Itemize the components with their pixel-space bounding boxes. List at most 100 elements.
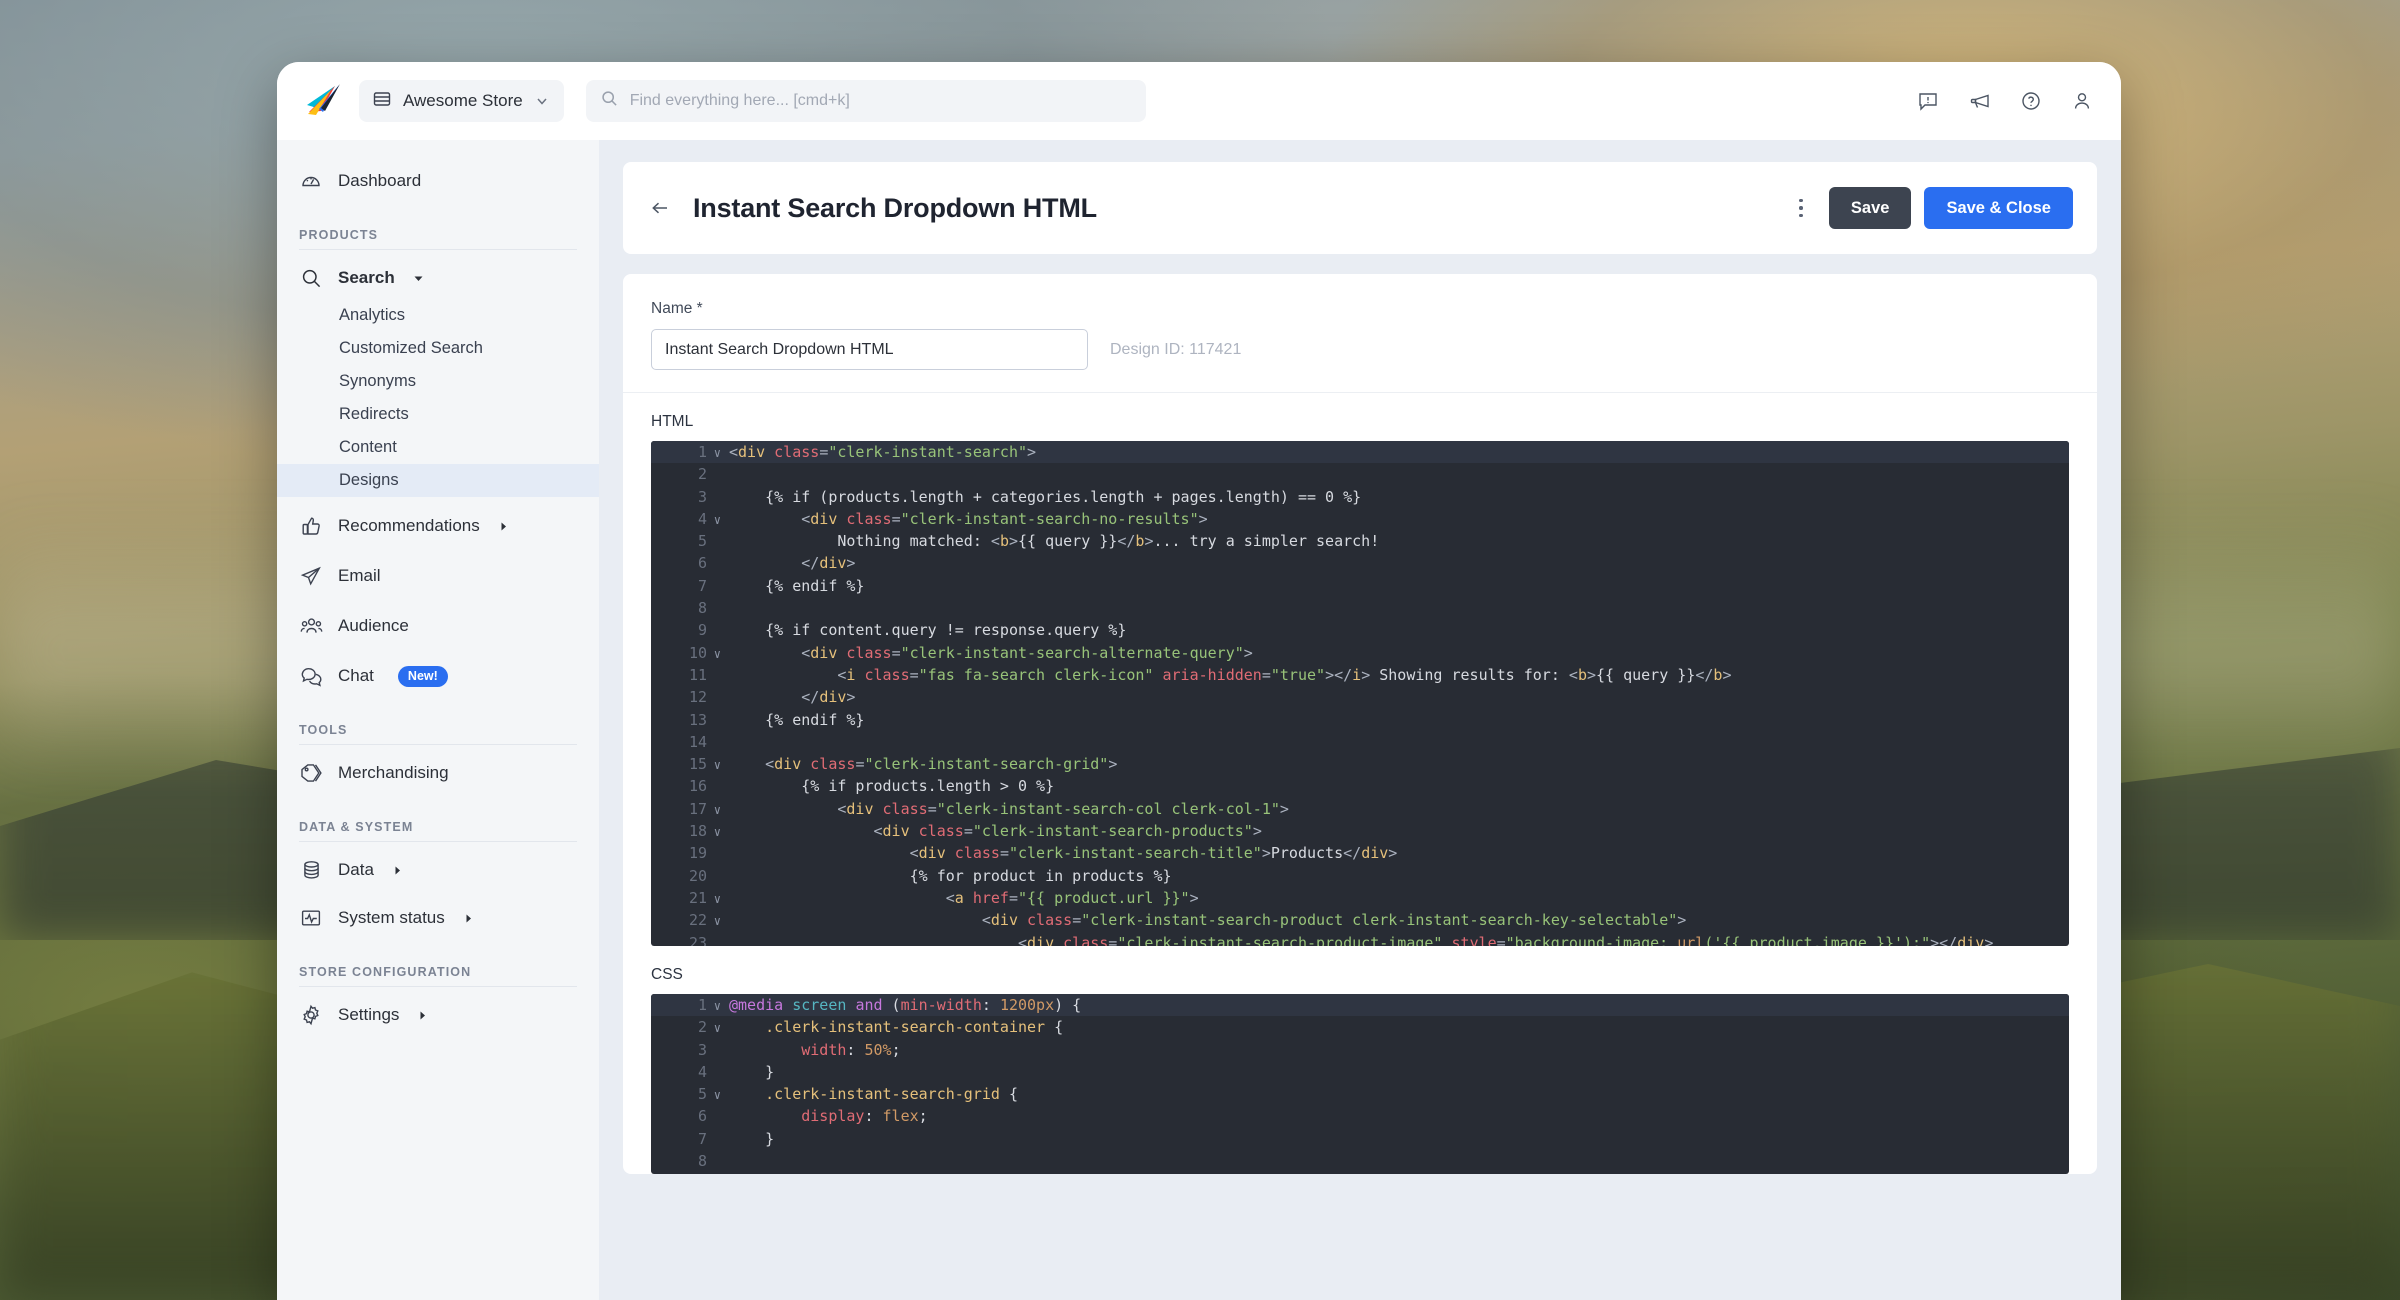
code-line[interactable]: 18 ∨ <div class="clerk-instant-search-pro… [651, 820, 2069, 842]
code-line[interactable]: 17 ∨ <div class="clerk-instant-search-col… [651, 798, 2069, 820]
sidebar-item-audience[interactable]: Audience [277, 605, 599, 647]
paper-plane-logo[interactable] [301, 81, 345, 121]
sidebar-item-designs[interactable]: Designs [277, 464, 599, 497]
fold-toggle-icon[interactable]: ∨ [714, 509, 721, 531]
code-line[interactable]: 2 [651, 463, 2069, 485]
code-line[interactable]: 6 display: flex; [651, 1105, 2069, 1127]
store-selector[interactable]: Awesome Store [359, 80, 564, 122]
code-text: <div class="clerk-instant-search-product… [1017, 933, 1994, 946]
code-line[interactable]: 16 {% if products.length > 0 %} [651, 775, 2069, 797]
caret-right-icon [392, 865, 403, 876]
code-line[interactable]: 5 ∨ .clerk-instant-search-grid { [651, 1083, 2069, 1105]
code-text: <div class="clerk-instant-search-product… [873, 822, 1262, 841]
code-line[interactable]: 9 .clerk-col-1 { [651, 1172, 2069, 1174]
fold-toggle-icon[interactable]: ∨ [714, 910, 721, 932]
new-badge: New! [397, 665, 448, 687]
line-number: 9 [697, 621, 707, 640]
megaphone-icon[interactable] [1968, 90, 1991, 112]
sidebar-item-dashboard[interactable]: Dashboard [277, 160, 599, 202]
sidebar-item-redirects[interactable]: Redirects [277, 398, 599, 431]
code-line[interactable]: 21 ∨ <a href="{{ product.url }}"> [651, 887, 2069, 909]
kebab-menu-icon[interactable] [1786, 190, 1816, 226]
sidebar-item-email[interactable]: Email [277, 555, 599, 597]
sidebar-item-recommendations[interactable]: Recommendations [277, 505, 599, 547]
line-number: 23 [688, 933, 707, 946]
code-line[interactable]: 4 ∨ <div class="clerk-instant-search-no-r… [651, 508, 2069, 530]
code-line[interactable]: 1 ∨ <div class="clerk-instant-search"> [651, 441, 2069, 464]
code-line[interactable]: 1 ∨ @media screen and (min-width: 1200px) … [651, 994, 2069, 1017]
code-line[interactable]: 22 ∨ <div class="clerk-instant-search-pro… [651, 909, 2069, 931]
user-account-icon[interactable] [2071, 90, 2093, 112]
back-button[interactable] [641, 188, 681, 228]
sidebar-item-search[interactable]: Search [277, 257, 599, 299]
code-line[interactable]: 10 ∨ <div class="clerk-instant-search-alt… [651, 642, 2069, 664]
code-line[interactable]: 11 <i class="fas fa-search clerk-icon" a… [651, 664, 2069, 686]
sidebar-item-label: System status [338, 908, 445, 927]
sidebar-item-merchandising[interactable]: Merchandising [277, 752, 599, 794]
fold-toggle-icon[interactable]: ∨ [714, 754, 721, 776]
fold-toggle-icon[interactable]: ∨ [714, 442, 721, 464]
sidebar-item-analytics[interactable]: Analytics [277, 299, 599, 332]
design-id-label: Design ID: 117421 [1110, 340, 1242, 358]
sidebar-item-customized-search[interactable]: Customized Search [277, 332, 599, 365]
css-code-editor[interactable]: 1 ∨ @media screen and (min-width: 1200px) … [651, 994, 2069, 1174]
code-line[interactable]: 8 [651, 1150, 2069, 1172]
code-line[interactable]: 9 {% if content.query != response.query … [651, 619, 2069, 641]
gauge-icon [299, 169, 323, 193]
code-line[interactable]: 3 {% if (products.length + categories.le… [651, 486, 2069, 508]
code-line[interactable]: 2 ∨ .clerk-instant-search-container { [651, 1016, 2069, 1038]
line-number: 4 ∨ [651, 508, 721, 530]
code-line[interactable]: 12 </div> [651, 686, 2069, 708]
sidebar-group-title: TOOLS [299, 723, 348, 737]
sidebar-item-label: Email [338, 566, 381, 585]
sidebar-item-settings[interactable]: Settings [277, 994, 599, 1036]
code-line[interactable]: 4 } [651, 1061, 2069, 1083]
code-line[interactable]: 3 width: 50%; [651, 1039, 2069, 1061]
code-line[interactable]: 7 {% endif %} [651, 575, 2069, 597]
fold-toggle-icon[interactable]: ∨ [714, 1017, 721, 1039]
line-number: 6 [697, 1107, 707, 1126]
html-code-editor[interactable]: 1 ∨ <div class="clerk-instant-search"> 2 3 {… [651, 441, 2069, 946]
fold-toggle-icon[interactable]: ∨ [714, 1084, 721, 1106]
line-number: 9 [651, 1172, 713, 1174]
code-line[interactable]: 7 } [651, 1128, 2069, 1150]
code-line[interactable]: 6 </div> [651, 552, 2069, 574]
code-line[interactable]: 15 ∨ <div class="clerk-instant-search-gri… [651, 753, 2069, 775]
code-line[interactable]: 14 [651, 731, 2069, 753]
line-number: 21 ∨ [651, 887, 721, 909]
fold-toggle-icon[interactable]: ∨ [714, 821, 721, 843]
sidebar-item-synonyms[interactable]: Synonyms [277, 365, 599, 398]
database-icon [299, 858, 323, 882]
help-icon[interactable] [2020, 90, 2042, 112]
line-number: 18 ∨ [651, 820, 721, 842]
fold-toggle-icon[interactable]: ∨ [714, 888, 721, 910]
save-and-close-button[interactable]: Save & Close [1924, 187, 2073, 229]
css-editor-block: CSS 1 ∨ @media screen and (min-width: 1200… [623, 946, 2097, 1174]
line-number: 14 [688, 732, 707, 751]
code-text: <i class="fas fa-search clerk-icon" aria… [837, 665, 1732, 684]
code-line[interactable]: 23 <div class="clerk-instant-search-prod… [651, 932, 2069, 946]
code-text: <div class="clerk-instant-search-no-resu… [801, 509, 1208, 528]
pulse-icon [299, 906, 323, 930]
css-editor-label: CSS [651, 966, 683, 983]
feedback-icon[interactable] [1917, 90, 1939, 112]
fold-toggle-icon[interactable]: ∨ [714, 643, 721, 665]
code-line[interactable]: 19 <div class="clerk-instant-search-titl… [651, 842, 2069, 864]
fold-toggle-icon[interactable]: ∨ [714, 995, 721, 1017]
code-line[interactable]: 5 Nothing matched: <b>{{ query }}</b>...… [651, 530, 2069, 552]
code-line[interactable]: 13 {% endif %} [651, 709, 2069, 731]
sidebar-item-content[interactable]: Content [277, 431, 599, 464]
code-text: <div class="clerk-instant-search"> [729, 443, 1037, 461]
global-search-placeholder: Find everything here... [cmd+k] [629, 92, 850, 109]
fold-toggle-icon[interactable]: ∨ [714, 799, 721, 821]
code-line[interactable]: 8 [651, 597, 2069, 619]
sidebar-item-system-status[interactable]: System status [277, 897, 599, 939]
sidebar-group-divider [299, 841, 577, 842]
sidebar-item-chat[interactable]: Chat New! [277, 655, 599, 697]
name-input[interactable] [651, 329, 1088, 370]
save-button[interactable]: Save [1828, 187, 1912, 229]
sidebar-item-data[interactable]: Data [277, 849, 599, 891]
global-search-input[interactable]: Find everything here... [cmd+k] [585, 80, 1146, 122]
code-line[interactable]: 20 {% for product in products %} [651, 865, 2069, 887]
line-number: 5 [697, 532, 707, 551]
